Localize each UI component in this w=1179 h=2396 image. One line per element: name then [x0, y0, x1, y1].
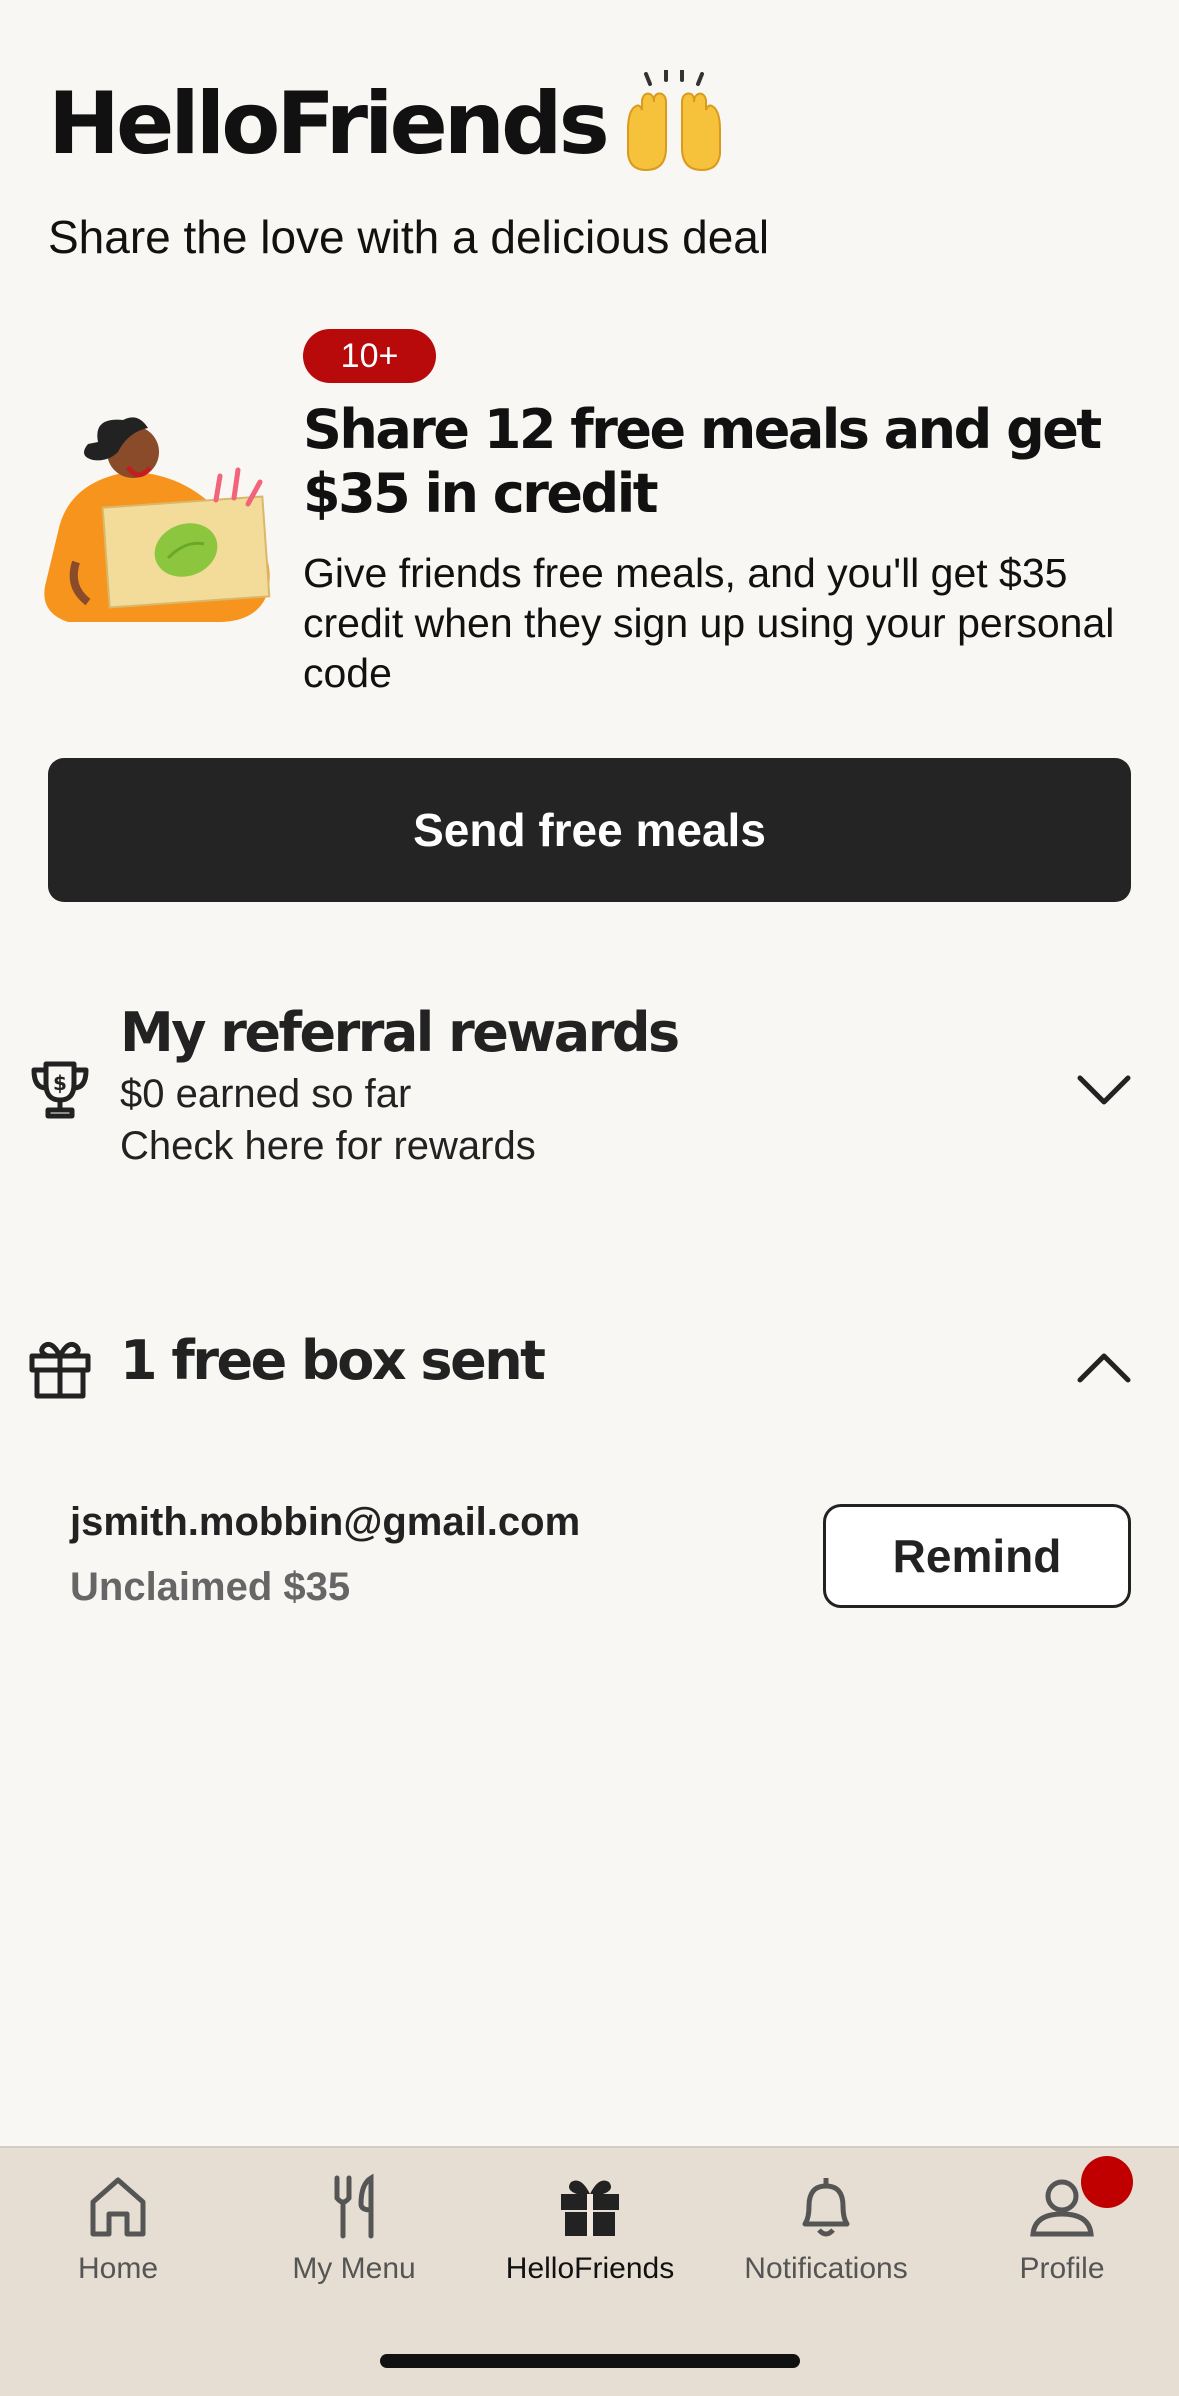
remind-button[interactable]: Remind [823, 1504, 1131, 1608]
tab-my-menu[interactable]: My Menu [236, 2148, 472, 2328]
tab-label: Home [77, 2252, 159, 2285]
rewards-hint-text: Check here for rewards [120, 1124, 536, 1168]
promo-badge: 10+ [303, 329, 436, 383]
header: HelloFriends [48, 70, 728, 178]
tab-label: HelloFriends [505, 2252, 675, 2285]
page-title: HelloFriends [48, 74, 610, 174]
gift-icon [561, 2180, 619, 2236]
home-indicator [380, 2354, 800, 2368]
tab-label: Profile [1019, 2252, 1105, 2285]
home-icon [90, 2177, 146, 2237]
tab-hellofriends[interactable]: HelloFriends [472, 2148, 708, 2328]
referral-rewards-title: My referral rewards [120, 1001, 680, 1064]
hellofriends-screen: HelloFriends Share the love with a delic… [0, 0, 1179, 2396]
promo-title: Share 12 free meals and get $35 in credi… [303, 398, 1102, 525]
trophy-icon: $ [31, 1061, 89, 1119]
tab-label: My Menu [292, 2252, 416, 2285]
person-holding-lime-box-illustration [44, 417, 271, 622]
bell-icon [802, 2178, 850, 2237]
chevron-up-icon[interactable] [1076, 1340, 1132, 1396]
tab-profile[interactable]: Profile [944, 2148, 1179, 2328]
tab-notifications[interactable]: Notifications [708, 2148, 944, 2328]
profile-notification-dot [1081, 2156, 1133, 2208]
tab-label: Notifications [744, 2252, 908, 2285]
send-free-meals-button[interactable]: Send free meals [48, 758, 1131, 902]
fork-knife-icon [334, 2173, 374, 2239]
rewards-earned-text: $0 earned so far [120, 1072, 412, 1116]
promo-description: Give friends free meals, and you'll get … [303, 550, 1115, 696]
tab-home[interactable]: Home [0, 2148, 236, 2328]
chevron-down-icon[interactable] [1076, 1062, 1132, 1118]
svg-text:$: $ [53, 1071, 67, 1095]
raising-hands-icon [626, 70, 721, 172]
free-boxes-sent-title: 1 free box sent [120, 1329, 546, 1392]
page-subtitle: Share the love with a delicious deal [48, 211, 770, 263]
gift-icon [29, 1341, 91, 1399]
